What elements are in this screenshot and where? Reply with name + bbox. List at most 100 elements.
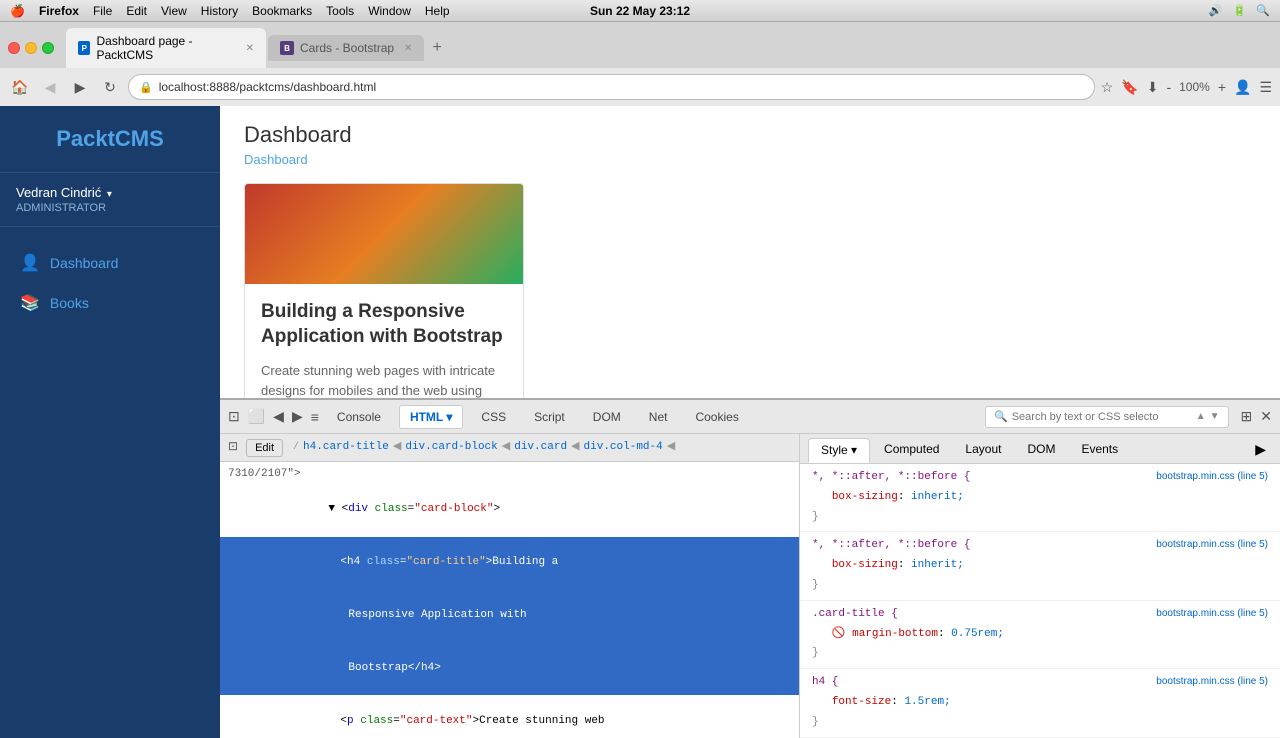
menu-icon[interactable]: ☰ bbox=[1259, 79, 1272, 96]
devtools-search-bar[interactable]: 🔍 ▲ ▼ bbox=[985, 406, 1229, 428]
devtools-settings-icon[interactable]: ⊞ bbox=[1241, 408, 1253, 425]
zoom-level: 100% bbox=[1179, 80, 1210, 94]
sidebar-item-books[interactable]: 📚 Books bbox=[0, 283, 220, 323]
breadcrumb-div-card[interactable]: div.card bbox=[514, 439, 567, 457]
card-title: Building a Responsive Application with B… bbox=[261, 300, 507, 349]
course-card: Building a Responsive Application with B… bbox=[244, 183, 524, 398]
css-tab-dom[interactable]: DOM bbox=[1015, 438, 1067, 463]
devtools-logo-icon: ⊡ bbox=[228, 438, 238, 457]
devtools-close-icon[interactable]: ✕ bbox=[1260, 408, 1272, 425]
devtools-search-input[interactable] bbox=[1012, 411, 1192, 423]
css-selector-1: *, *::after, *::before { bbox=[812, 471, 970, 483]
url-bar[interactable]: 🔒 localhost:8888/packtcms/dashboard.html bbox=[128, 74, 1095, 100]
devtools-toolbar: ⊡ ⬜ ◀ ▶ ≡ Console HTML ▾ CSS Script DOM … bbox=[220, 400, 1280, 434]
breadcrumb-div-card-block[interactable]: div.card-block bbox=[405, 439, 497, 457]
window-menu[interactable]: Window bbox=[368, 4, 411, 18]
css-tab-layout[interactable]: Layout bbox=[953, 438, 1013, 463]
css-rule-3: bootstrap.min.css (line 5) .card-title {… bbox=[800, 601, 1280, 669]
devtools-inspect-icon[interactable]: ⬜ bbox=[248, 408, 265, 425]
tab-favicon-bootstrap: B bbox=[280, 41, 294, 55]
css-selector-2: *, *::after, *::before { bbox=[812, 539, 970, 551]
devtools-search-down[interactable]: ▼ bbox=[1210, 411, 1220, 422]
reload-button[interactable]: ↻ bbox=[98, 75, 122, 99]
tools-menu[interactable]: Tools bbox=[326, 4, 354, 18]
devtools-tab-dom[interactable]: DOM bbox=[583, 406, 631, 428]
html-line-selected-1[interactable]: <h4 class="card-title">Building a bbox=[220, 537, 799, 590]
card-text: Create stunning web pages with intricate… bbox=[261, 361, 507, 398]
breadcrumb-dashboard[interactable]: Dashboard bbox=[244, 152, 308, 167]
devtools-tab-html[interactable]: HTML ▾ bbox=[399, 405, 463, 429]
sidebar-item-books-label: Books bbox=[50, 295, 89, 311]
edit-menu[interactable]: Edit bbox=[126, 4, 147, 18]
devtools-tab-net[interactable]: Net bbox=[639, 406, 678, 428]
sidebar: PacktCMS Vedran Cindrić ▾ ADMINISTRATOR … bbox=[0, 106, 220, 738]
firefox-menu[interactable]: Firefox bbox=[39, 4, 79, 18]
css-prop-2: box-sizing bbox=[832, 559, 898, 571]
devtools-back-icon[interactable]: ◀ bbox=[273, 408, 284, 425]
tab-dashboard-close[interactable]: ✕ bbox=[246, 43, 254, 54]
bookmark-icon[interactable]: 🔖 bbox=[1121, 79, 1138, 96]
breadcrumb: Dashboard bbox=[244, 152, 1256, 167]
zoom-out-icon[interactable]: - bbox=[1166, 79, 1171, 95]
breadcrumb-sep-3: ◀ bbox=[502, 439, 510, 457]
minimize-window-btn[interactable] bbox=[25, 42, 37, 54]
card-image bbox=[245, 184, 523, 284]
html-line-selected-3[interactable]: Bootstrap</h4> bbox=[220, 642, 799, 695]
tab-bootstrap-close[interactable]: ✕ bbox=[404, 43, 412, 54]
breadcrumb-div-col-md-4[interactable]: div.col-md-4 bbox=[584, 439, 663, 457]
new-tab-button[interactable]: + bbox=[426, 39, 447, 57]
view-menu[interactable]: View bbox=[161, 4, 187, 18]
devtools-tab-console[interactable]: Console bbox=[327, 406, 391, 428]
html-tree: 7310/2107"> ▼ <div class="card-block"> <… bbox=[220, 462, 799, 738]
tab-bootstrap[interactable]: B Cards - Bootstrap ✕ bbox=[268, 35, 424, 61]
css-source-1[interactable]: bootstrap.min.css (line 5) bbox=[1156, 468, 1268, 486]
help-menu[interactable]: Help bbox=[425, 4, 450, 18]
css-source-4[interactable]: bootstrap.min.css (line 5) bbox=[1156, 673, 1268, 691]
sidebar-item-dashboard[interactable]: 👤 Dashboard bbox=[0, 243, 220, 283]
css-prop-1: box-sizing bbox=[832, 491, 898, 503]
devtools-list-icon[interactable]: ≡ bbox=[311, 409, 319, 425]
browser-nav-bar: 🏠 ◀ ▶ ↻ 🔒 localhost:8888/packtcms/dashbo… bbox=[0, 68, 1280, 106]
edit-button[interactable]: Edit bbox=[246, 439, 283, 457]
html-line: ▼ <div class="card-block"> bbox=[220, 484, 799, 537]
zoom-in-icon[interactable]: + bbox=[1218, 79, 1226, 95]
file-menu[interactable]: File bbox=[93, 4, 112, 18]
breadcrumb-h4-card-title[interactable]: h4.card-title bbox=[303, 439, 389, 457]
devtools-tab-cookies[interactable]: Cookies bbox=[685, 406, 748, 428]
devtools-tab-css[interactable]: CSS bbox=[471, 406, 516, 428]
home-button[interactable]: 🏠 bbox=[8, 75, 32, 99]
tab-dashboard[interactable]: P Dashboard page - PacktCMS ✕ bbox=[66, 28, 266, 68]
apple-menu[interactable]: 🍎 bbox=[10, 4, 25, 18]
css-source-2[interactable]: bootstrap.min.css (line 5) bbox=[1156, 536, 1268, 554]
devtools-tab-script[interactable]: Script bbox=[524, 406, 575, 428]
devtools-forward-icon[interactable]: ▶ bbox=[292, 408, 303, 425]
css-source-3[interactable]: bootstrap.min.css (line 5) bbox=[1156, 605, 1268, 623]
css-tab-computed[interactable]: Computed bbox=[872, 438, 951, 463]
css-tab-bar: Style ▾ Computed Layout DOM Events ▶ bbox=[800, 434, 1280, 464]
dropdown-icon[interactable]: ▾ bbox=[107, 189, 112, 200]
css-rule-4: bootstrap.min.css (line 5) h4 { font-siz… bbox=[800, 669, 1280, 737]
tab-dashboard-label: Dashboard page - PacktCMS bbox=[96, 34, 235, 62]
tab-favicon-packt: P bbox=[78, 41, 90, 55]
sidebar-role: ADMINISTRATOR bbox=[16, 202, 204, 214]
mac-menubar: 🍎 Firefox File Edit View History Bookmar… bbox=[0, 0, 1280, 22]
user-icon[interactable]: 👤 bbox=[1234, 79, 1251, 96]
close-window-btn[interactable] bbox=[8, 42, 20, 54]
css-panel-expand-icon[interactable]: ▶ bbox=[1249, 438, 1272, 463]
window-controls bbox=[8, 42, 54, 54]
search-icon: 🔍 bbox=[994, 410, 1008, 423]
bookmarks-menu[interactable]: Bookmarks bbox=[252, 4, 312, 18]
history-menu[interactable]: History bbox=[201, 4, 238, 18]
css-tab-events[interactable]: Events bbox=[1069, 438, 1130, 463]
html-line-selected-2[interactable]: Responsive Application with bbox=[220, 589, 799, 642]
breadcrumb-sep-5: ◀ bbox=[667, 439, 675, 457]
devtools-search-up[interactable]: ▲ bbox=[1196, 411, 1206, 422]
download-icon[interactable]: ⬇ bbox=[1147, 79, 1159, 96]
forward-button[interactable]: ▶ bbox=[68, 75, 92, 99]
star-icon[interactable]: ☆ bbox=[1101, 79, 1114, 96]
css-tab-style[interactable]: Style ▾ bbox=[808, 438, 870, 463]
back-button[interactable]: ◀ bbox=[38, 75, 62, 99]
css-prop-3: margin-bottom bbox=[852, 628, 938, 640]
maximize-window-btn[interactable] bbox=[42, 42, 54, 54]
devtools-pointer-icon[interactable]: ⊡ bbox=[228, 408, 240, 425]
